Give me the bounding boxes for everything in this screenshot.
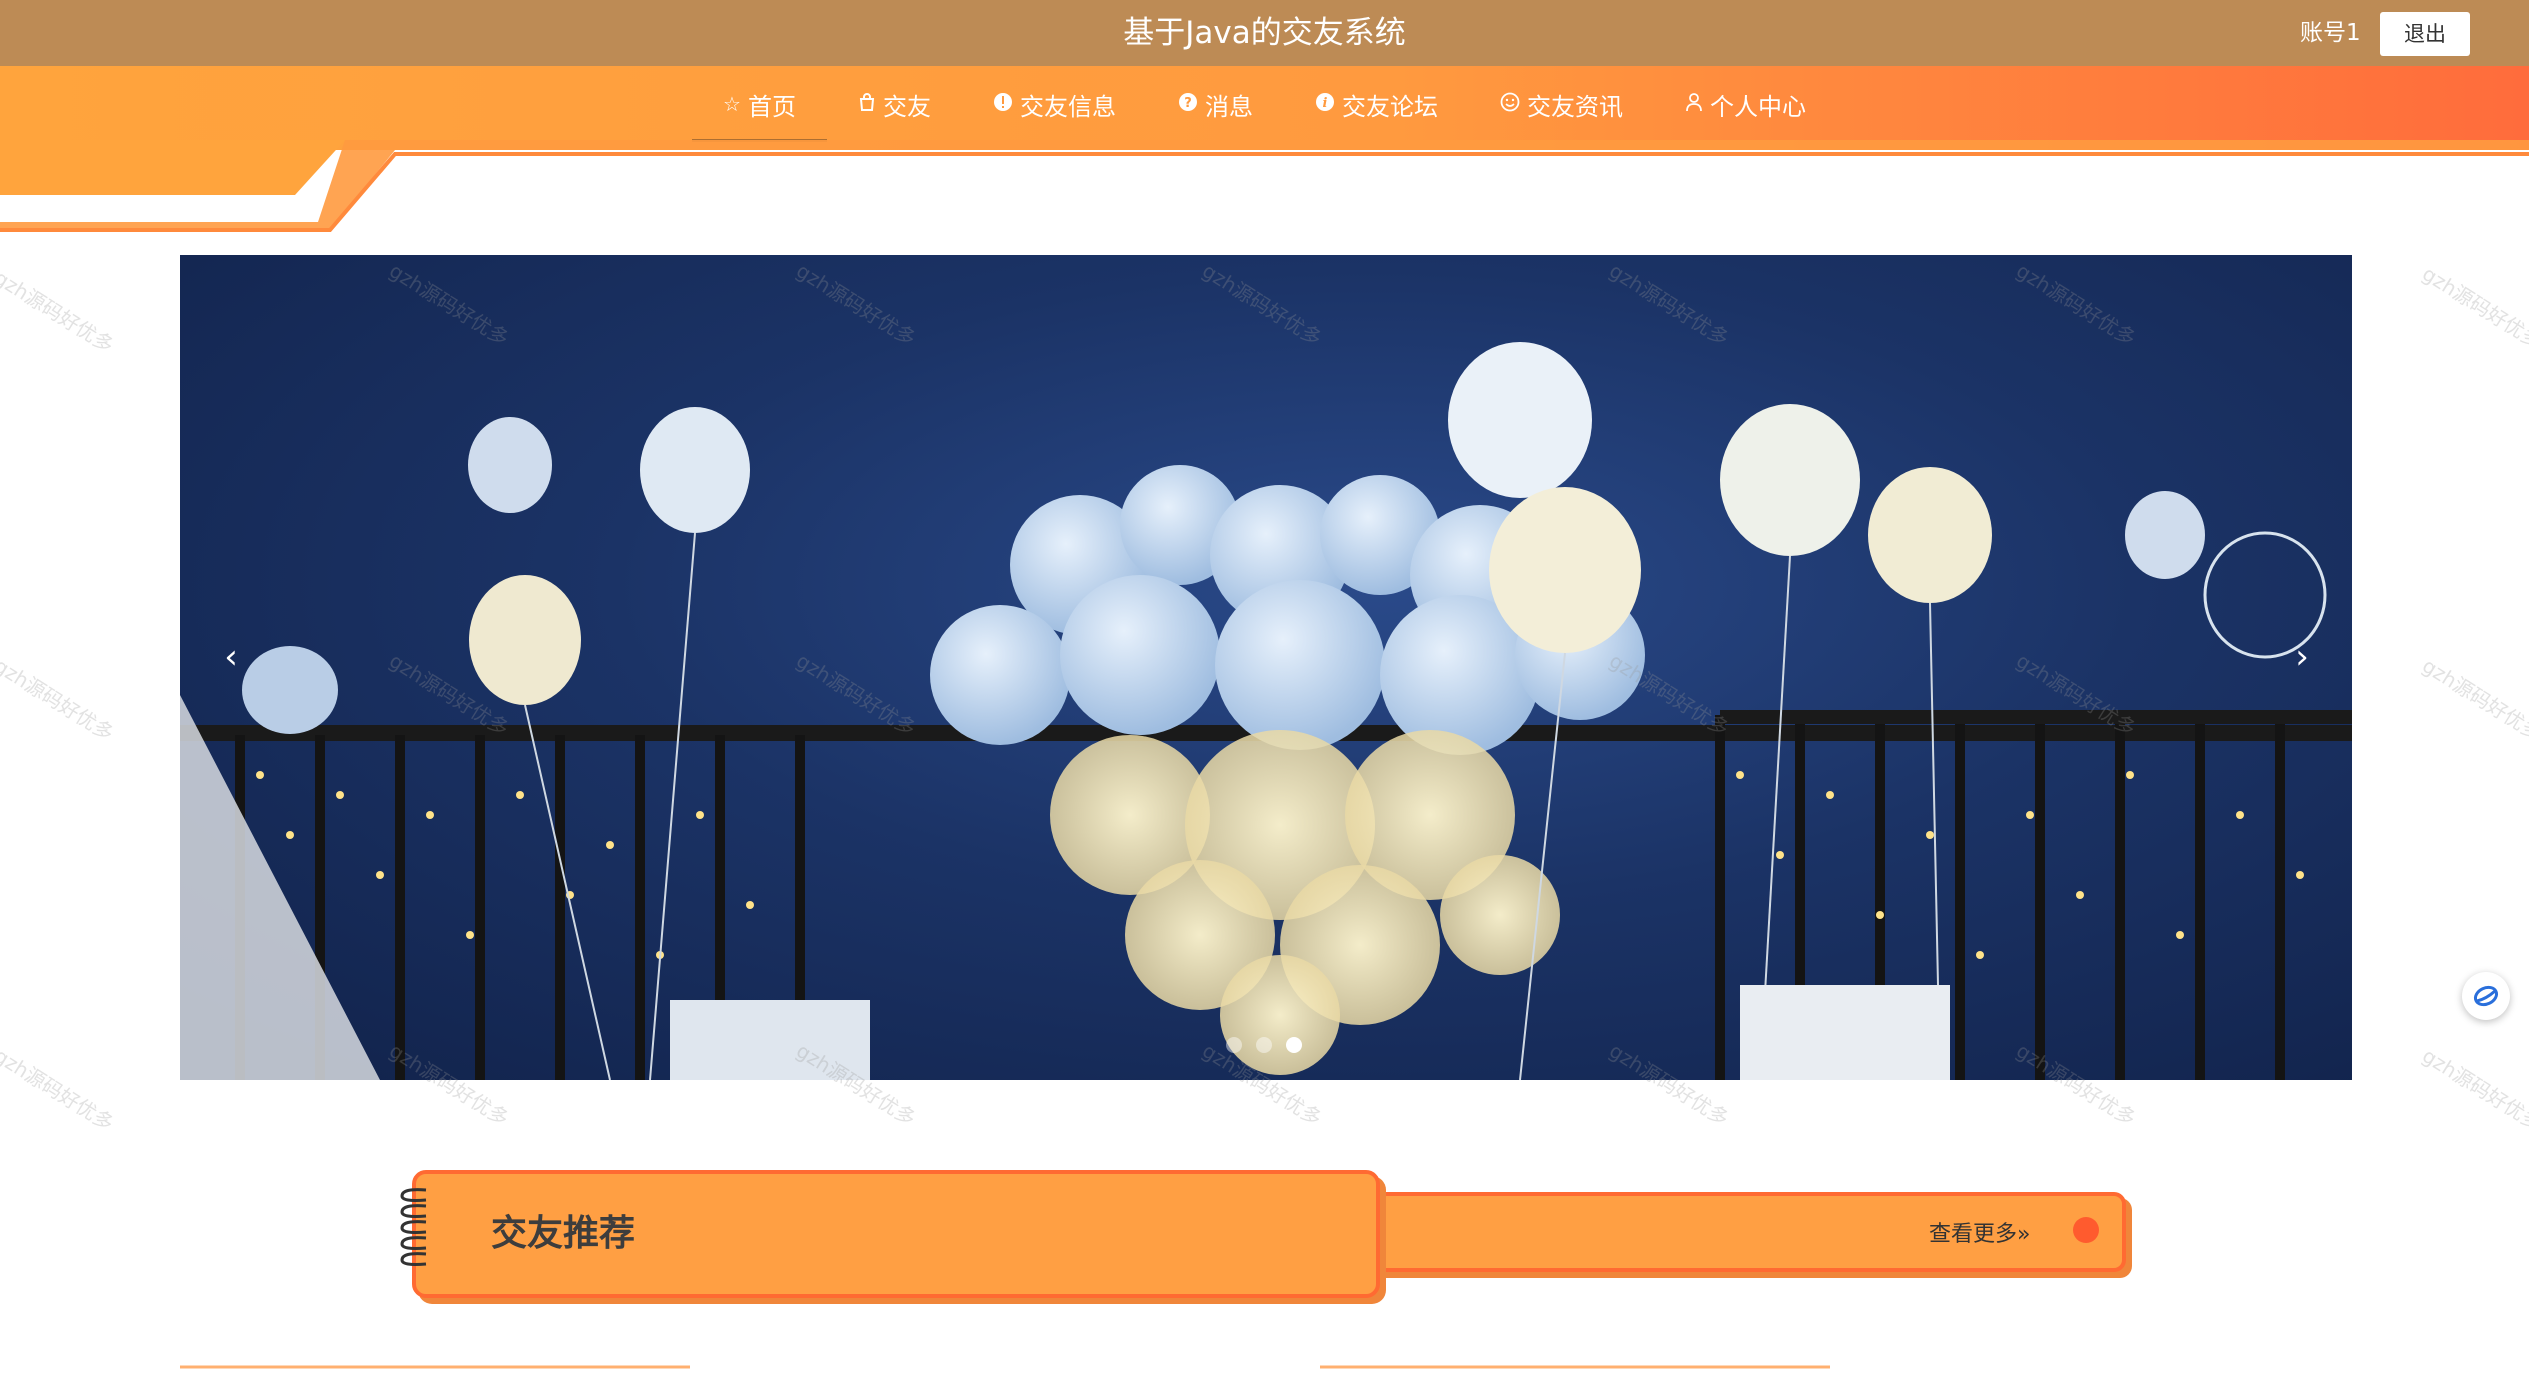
user-icon <box>1685 92 1703 117</box>
site-title: 基于Java的交友系统 <box>1123 15 1406 51</box>
star-icon: ☆ <box>723 92 741 116</box>
view-more-link[interactable]: 查看更多» <box>1929 1216 2030 1248</box>
nav-item-home[interactable]: ☆ 首页 <box>692 66 827 142</box>
section-title: 交友推荐 <box>491 1213 636 1254</box>
header-decoration <box>0 140 2529 232</box>
nav-bar: ☆ 首页 交友 交友信息 ? 消息 i 交友论坛 交友资讯 个人中心 <box>0 66 2529 150</box>
bottom-decoration <box>180 1365 1830 1369</box>
nav-item-news[interactable]: 交友资讯 <box>1469 66 1654 142</box>
carousel-dot[interactable] <box>1256 1037 1272 1053</box>
info-icon: i <box>1315 92 1335 117</box>
nav-item-label: 消息 <box>1204 92 1253 121</box>
assistant-icon <box>2473 985 2499 1007</box>
exclamation-icon <box>993 92 1013 117</box>
nav-item-dating[interactable]: 交友 <box>827 66 962 142</box>
nav-item-label: 交友资讯 <box>1526 92 1623 121</box>
account-name[interactable]: 账号1 <box>2300 18 2361 48</box>
logout-button[interactable]: 退出 <box>2380 12 2470 56</box>
carousel-prev-button[interactable]: ‹ <box>211 640 251 674</box>
nav-item-label: 交友 <box>882 92 931 121</box>
banner-image <box>180 342 2352 1080</box>
nav-item-label: 交友论坛 <box>1341 92 1438 121</box>
watermark-text: gzh源码好优多 <box>0 1043 119 1136</box>
nav-item-forum[interactable]: i 交友论坛 <box>1284 66 1469 142</box>
spiral-binding-icon <box>400 1188 427 1266</box>
section-more-bar: 查看更多» <box>1333 1192 2126 1272</box>
smile-icon <box>1500 92 1520 117</box>
nav-item-label: 交友信息 <box>1019 92 1116 121</box>
banner-carousel[interactable] <box>180 255 2352 1080</box>
watermark-text: gzh源码好优多 <box>2418 653 2529 746</box>
floating-assistant-button[interactable] <box>2462 972 2510 1020</box>
watermark-text: gzh源码好优多 <box>0 265 119 358</box>
carousel-dot[interactable] <box>1226 1037 1242 1053</box>
carousel-dot[interactable] <box>1286 1037 1302 1053</box>
nav-menu: ☆ 首页 交友 交友信息 ? 消息 i 交友论坛 交友资讯 个人中心 <box>0 66 2529 142</box>
section-title-card: 交友推荐 <box>412 1170 1380 1298</box>
watermark-text: gzh源码好优多 <box>2418 261 2529 354</box>
nav-item-label: 个人中心 <box>1709 92 1806 121</box>
nav-item-label: 首页 <box>747 92 796 121</box>
bag-icon <box>858 92 876 117</box>
svg-text:i: i <box>1322 96 1327 111</box>
section-dot-decoration <box>2073 1217 2099 1243</box>
carousel-next-button[interactable]: › <box>2282 640 2322 674</box>
svg-text:?: ? <box>1184 96 1192 111</box>
watermark-text: gzh源码好优多 <box>0 653 119 746</box>
question-icon: ? <box>1178 92 1198 117</box>
watermark-text: gzh源码好优多 <box>2418 1043 2529 1136</box>
top-bar: 基于Java的交友系统 账号1 退出 <box>0 0 2529 66</box>
carousel-indicators <box>1226 1037 1302 1053</box>
nav-item-messages[interactable]: ? 消息 <box>1147 66 1284 142</box>
nav-item-profile[interactable]: 个人中心 <box>1654 66 1837 142</box>
nav-item-dating-info[interactable]: 交友信息 <box>962 66 1147 142</box>
